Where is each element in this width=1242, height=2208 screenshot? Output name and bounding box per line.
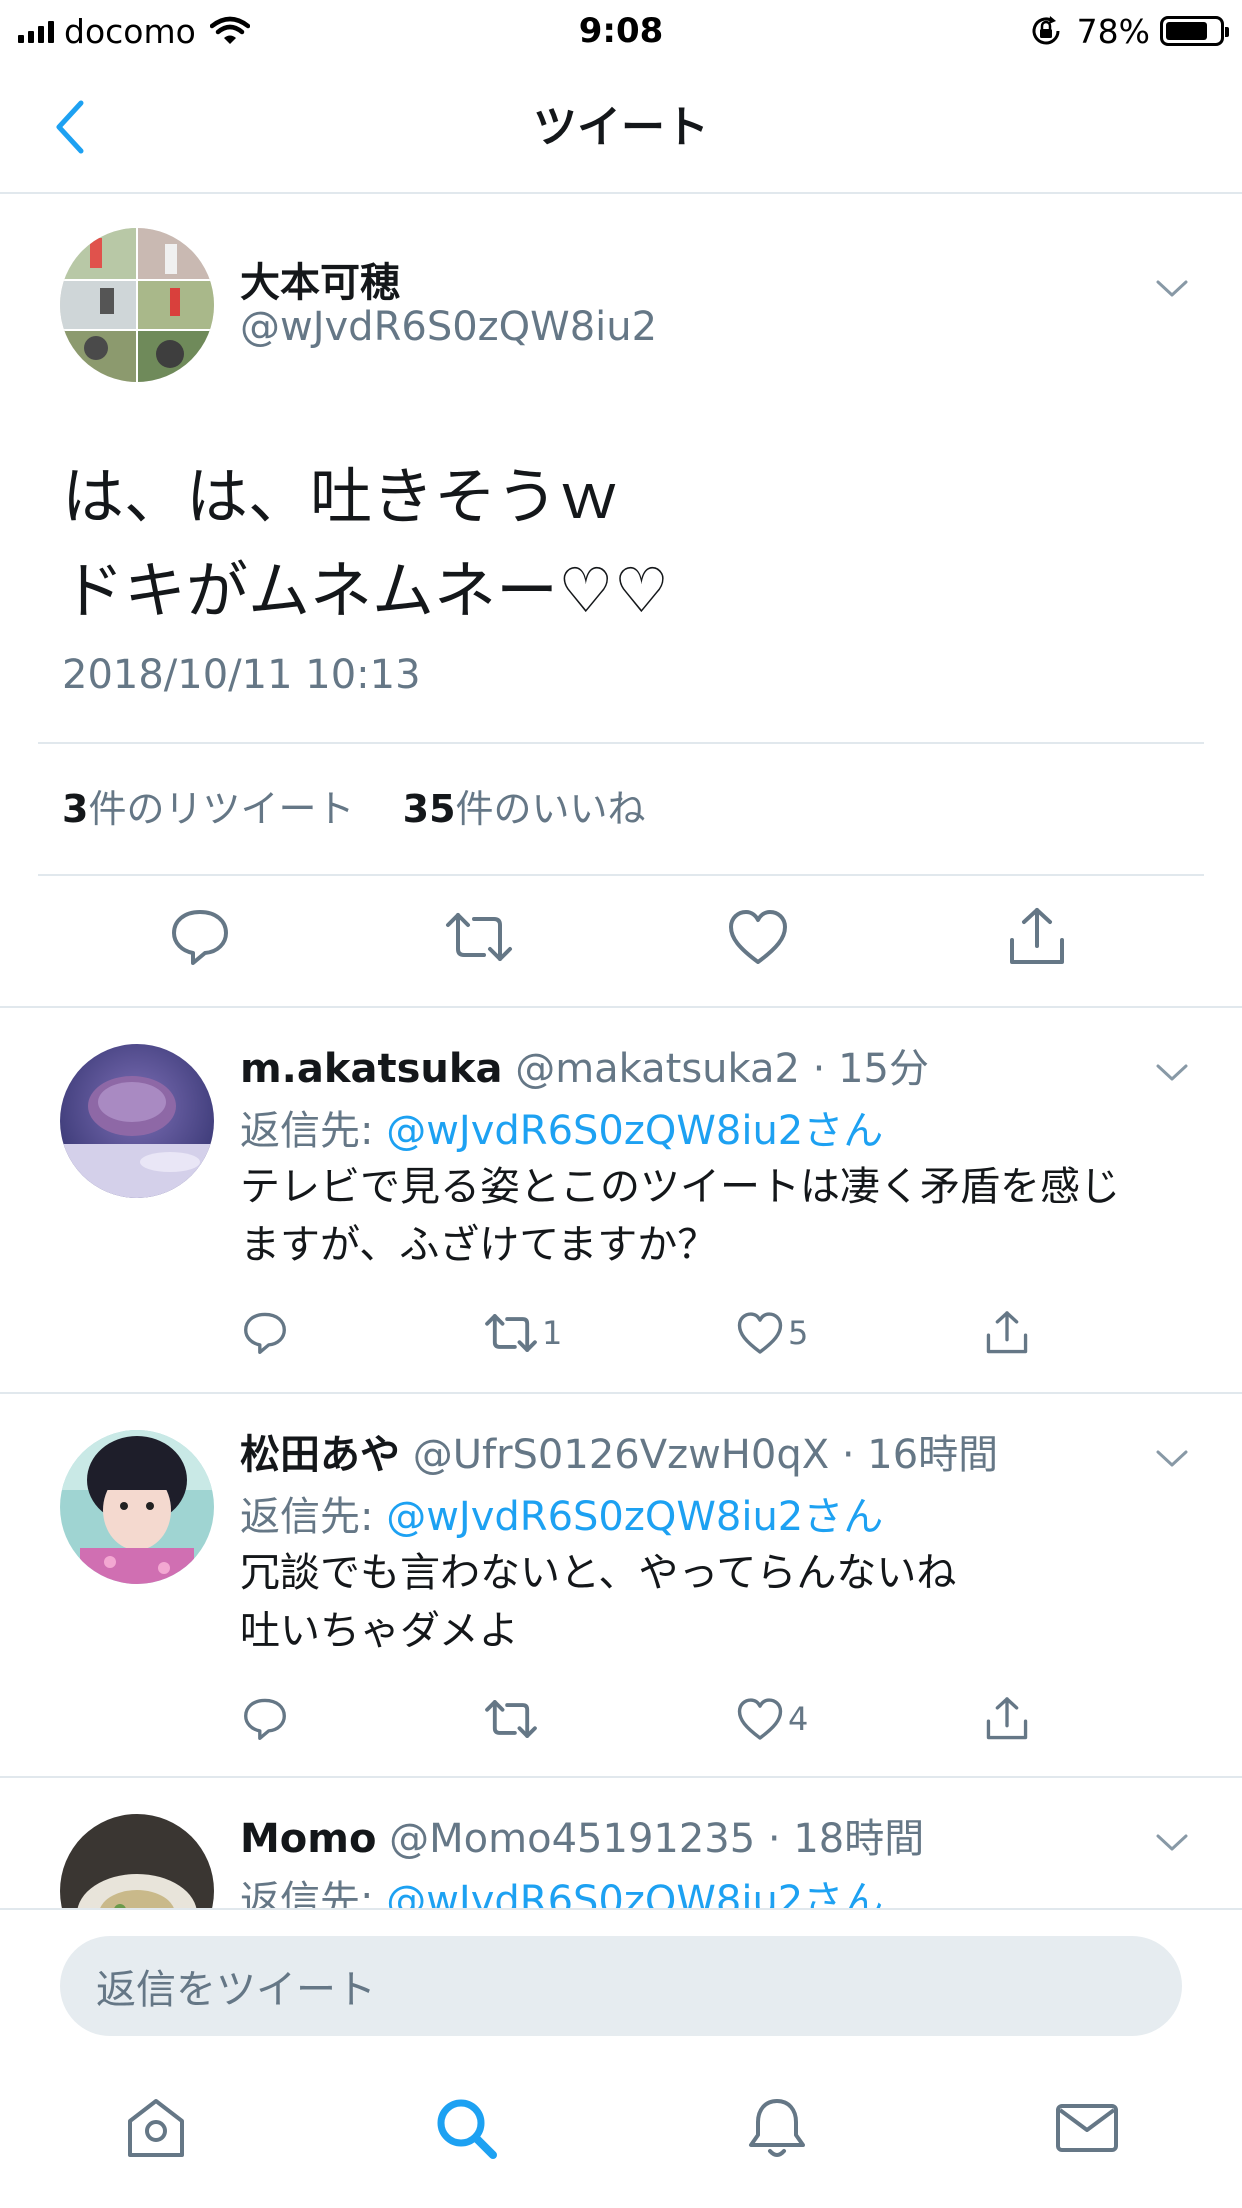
author-handle[interactable]: @wJvdR6S0zQW8iu2	[240, 304, 657, 350]
like-button[interactable]: 5	[736, 1298, 808, 1368]
retweet-button[interactable]	[434, 892, 524, 982]
tweet-options-button[interactable]	[1142, 264, 1202, 314]
reply-actions: 1 5	[0, 1298, 1242, 1368]
heart-icon	[737, 1312, 783, 1354]
tab-notifications[interactable]	[727, 2078, 827, 2178]
tweet-actions	[0, 872, 1242, 1002]
reply-meta: @Momo45191235 · 18時間	[389, 1816, 925, 1862]
tweet-text: は、は、吐きそうｗ ドキがムネムネー♡♡	[62, 460, 670, 627]
search-icon	[437, 2099, 497, 2159]
retweet-icon	[485, 1700, 537, 1738]
reply-icon	[244, 1698, 286, 1740]
reply-author-avatar[interactable]	[60, 1814, 214, 1908]
reply-tweet[interactable]: m.akatsuka @makatsuka2 · 15分 返信先: @wJvdR…	[0, 1008, 1242, 1392]
status-bar: docomo 9:08 78%	[0, 0, 1242, 62]
share-icon	[986, 1697, 1028, 1740]
chevron-down-icon	[1156, 280, 1188, 297]
messages-envelope-icon	[1056, 2104, 1118, 2152]
reply-meta: @UfrS0126VzwH0qX · 16時間	[412, 1432, 999, 1478]
share-icon	[1010, 908, 1064, 964]
navigation-bar: ツイート	[0, 62, 1242, 194]
reply-actions: 4	[0, 1684, 1242, 1754]
author-name[interactable]: 大本可穂	[240, 250, 400, 308]
share-button[interactable]	[984, 1298, 1030, 1368]
tab-home[interactable]	[106, 2078, 206, 2178]
battery-percentage: 78%	[1076, 11, 1150, 51]
reply-button[interactable]	[242, 1684, 288, 1754]
reply-composer-bar: 返信をツイート	[0, 1908, 1242, 2060]
reply-author-name[interactable]: 松田あや	[240, 1432, 400, 1478]
reply-button[interactable]	[155, 892, 245, 982]
retweet-icon	[446, 913, 512, 961]
divider	[38, 742, 1204, 744]
tab-bar	[0, 2058, 1242, 2208]
reply-to-mention[interactable]: @wJvdR6S0zQW8iu2さん	[386, 1878, 883, 1908]
share-button[interactable]	[992, 892, 1082, 982]
orientation-lock-icon	[1032, 16, 1060, 45]
reply-text: テレビで見る姿とこのツイートは凄く矛盾を感じ ますが、ふざけてますか？	[240, 1164, 1120, 1268]
chevron-down-icon	[1156, 1834, 1188, 1851]
reply-tweet[interactable]: Momo @Momo45191235 · 18時間 返信先: @wJvdR6S0…	[0, 1778, 1242, 1908]
reply-author-name[interactable]: Momo	[240, 1816, 376, 1862]
reply-to-prefix: 返信先:	[240, 1878, 387, 1908]
reply-to-prefix: 返信先:	[240, 1494, 387, 1540]
reply-to-mention[interactable]: @wJvdR6S0zQW8iu2さん	[386, 1108, 883, 1154]
tab-search[interactable]	[416, 2078, 516, 2178]
tweet-timestamp: 2018/10/11 10:13	[62, 652, 421, 698]
author-avatar[interactable]	[60, 228, 214, 382]
retweet-button[interactable]: 1	[484, 1298, 562, 1368]
retweet-count: 1	[542, 1314, 563, 1352]
heart-icon	[737, 1698, 783, 1740]
reply-to-mention[interactable]: @wJvdR6S0zQW8iu2さん	[386, 1494, 883, 1540]
tweet-detail-screen: docomo 9:08 78% ツイート 大本可穂 @wJvdR6S0zQW8i…	[0, 0, 1242, 2208]
reply-author-avatar[interactable]	[60, 1430, 214, 1584]
share-button[interactable]	[984, 1684, 1030, 1754]
notifications-bell-icon	[749, 2099, 805, 2157]
reply-header: m.akatsuka @makatsuka2 · 15分	[240, 1036, 929, 1094]
battery-icon	[1160, 16, 1229, 46]
reply-author-avatar[interactable]	[60, 1044, 214, 1198]
like-count: 4	[788, 1700, 809, 1738]
reply-options-button[interactable]	[1142, 1048, 1202, 1098]
retweet-icon	[485, 1314, 537, 1352]
reply-to-line: 返信先: @wJvdR6S0zQW8iu2さん	[240, 1868, 883, 1908]
chevron-down-icon	[1156, 1450, 1188, 1467]
like-count: 35	[402, 787, 456, 831]
reply-meta: @makatsuka2 · 15分	[515, 1046, 929, 1092]
reply-author-name[interactable]: m.akatsuka	[240, 1046, 502, 1092]
reply-icon	[172, 910, 228, 965]
reply-icon	[244, 1312, 286, 1354]
share-icon	[986, 1311, 1028, 1354]
reply-options-button[interactable]	[1142, 1434, 1202, 1484]
reply-text: 冗談でも言わないと、やってらんないね 吐いちゃダメよ	[240, 1550, 957, 1654]
likes-stat[interactable]: 35件のいいね	[403, 787, 646, 831]
tweet-stats: 3件のリツイート 35件のいいね	[62, 778, 646, 833]
reply-tweet[interactable]: 松田あや @UfrS0126VzwH0qX · 16時間 返信先: @wJvdR…	[0, 1394, 1242, 1778]
heart-icon	[729, 910, 787, 964]
status-bar-right: 78%	[1029, 8, 1229, 54]
retweets-stat[interactable]: 3件のリツイート	[62, 787, 354, 831]
home-icon	[128, 2099, 184, 2157]
reply-options-button[interactable]	[1142, 1818, 1202, 1868]
tab-messages[interactable]	[1037, 2078, 1137, 2178]
chevron-down-icon	[1156, 1064, 1188, 1081]
reply-header: 松田あや @UfrS0126VzwH0qX · 16時間	[240, 1422, 998, 1480]
retweet-count: 3	[62, 787, 89, 831]
retweet-label: 件のリツイート	[88, 787, 355, 831]
like-button[interactable]	[713, 892, 803, 982]
like-count: 5	[788, 1314, 809, 1352]
like-label: 件のいいね	[455, 787, 646, 831]
reply-header: Momo @Momo45191235 · 18時間	[240, 1806, 924, 1864]
reply-button[interactable]	[242, 1298, 288, 1368]
reply-input[interactable]: 返信をツイート	[60, 1936, 1182, 2036]
reply-to-prefix: 返信先:	[240, 1108, 387, 1154]
like-button[interactable]: 4	[736, 1684, 808, 1754]
reply-to-line: 返信先: @wJvdR6S0zQW8iu2さん	[240, 1484, 883, 1542]
retweet-button[interactable]	[484, 1684, 542, 1754]
page-title: ツイート	[533, 102, 709, 153]
reply-to-line: 返信先: @wJvdR6S0zQW8iu2さん	[240, 1098, 883, 1156]
